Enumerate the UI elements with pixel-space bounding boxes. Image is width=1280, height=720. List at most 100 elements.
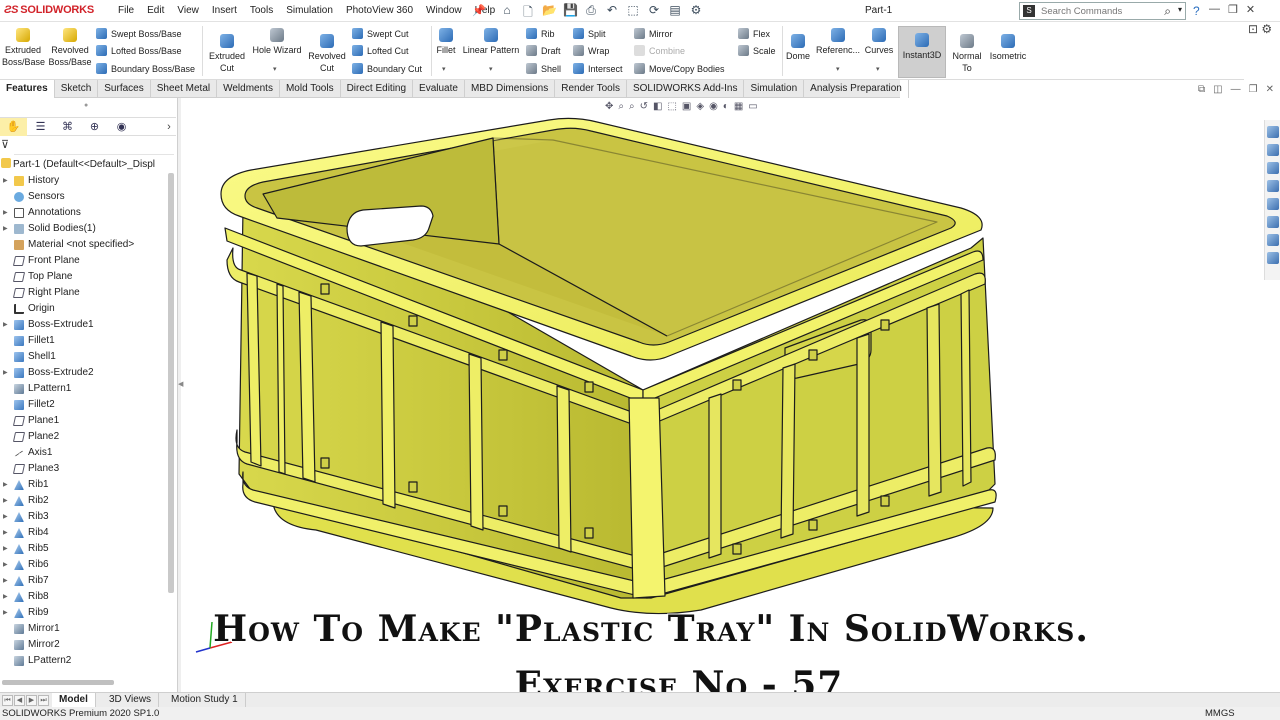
prev-tab-icon[interactable]: ◀ xyxy=(14,695,25,706)
tab-features[interactable]: Features xyxy=(0,80,55,98)
tree-item[interactable]: LPattern1 xyxy=(0,381,168,397)
tab-surfaces[interactable]: Surfaces xyxy=(98,80,151,98)
move-copy-bodies-button[interactable]: Move/Copy Bodies xyxy=(634,63,725,74)
tab-motion-study[interactable]: Motion Study 1 xyxy=(164,693,246,707)
tree-item[interactable]: Fillet1 xyxy=(0,333,168,349)
tree-item[interactable]: Fillet2 xyxy=(0,397,168,413)
tree-item[interactable]: ▶ Rib3 xyxy=(0,509,168,525)
draft-button[interactable]: Draft xyxy=(526,45,561,56)
undo-icon[interactable]: ↶ xyxy=(605,3,619,24)
tree-item[interactable]: Material <not specified> xyxy=(0,237,168,253)
open-icon[interactable]: 📂 xyxy=(542,3,557,24)
solidworks-resources-icon[interactable] xyxy=(1267,126,1279,138)
appearance-icon[interactable]: ◐ xyxy=(723,101,729,112)
tree-item[interactable]: Plane3 xyxy=(0,461,168,477)
tree-item[interactable]: ▶ Rib7 xyxy=(0,573,168,589)
expand-arrow-icon[interactable]: ▶ xyxy=(3,221,8,237)
first-tab-icon[interactable]: ⏮ xyxy=(2,695,13,706)
previous-view-icon[interactable]: ↺ xyxy=(640,101,648,112)
tree-item[interactable]: ▶ History xyxy=(0,173,168,189)
chevron-down-icon[interactable]: ▾ xyxy=(489,65,493,73)
tree-item[interactable]: ▶ Rib4 xyxy=(0,525,168,541)
feature-manager-tab-icon[interactable]: ✋ xyxy=(0,118,27,136)
expand-icon[interactable]: ⧉ xyxy=(1198,84,1205,95)
tree-item[interactable]: Plane2 xyxy=(0,429,168,445)
tab-weldments[interactable]: Weldments xyxy=(217,80,280,98)
swept-cut-button[interactable]: Swept Cut xyxy=(352,28,409,39)
expand-arrow-icon[interactable]: ▶ xyxy=(3,589,8,605)
expand-arrow-icon[interactable]: ▶ xyxy=(3,317,8,333)
next-tab-icon[interactable]: ▶ xyxy=(26,695,37,706)
minimize-icon[interactable]: — xyxy=(1231,84,1241,95)
revolved-boss-button[interactable]: Revolved Boss/Base xyxy=(48,28,92,68)
dimxpert-tab-icon[interactable]: ⊕ xyxy=(81,118,108,136)
dynamic-annotation-icon[interactable]: ⬚ xyxy=(667,101,676,112)
solidworks-logo[interactable]: ƧS SOLIDWORKS xyxy=(4,4,94,16)
tree-item[interactable]: ▶ Rib2 xyxy=(0,493,168,509)
menu-window[interactable]: Window xyxy=(426,5,462,16)
select-icon[interactable]: ⬚ xyxy=(626,3,640,24)
shell-button[interactable]: Shell xyxy=(526,63,561,74)
expand-arrow-icon[interactable]: ▶ xyxy=(3,493,8,509)
last-tab-icon[interactable]: ⏭ xyxy=(38,695,49,706)
help-icon[interactable]: ? xyxy=(1193,4,1200,18)
menu-edit[interactable]: Edit xyxy=(147,5,164,16)
search-commands[interactable]: S Search Commands ⌕ ▾ xyxy=(1019,2,1186,20)
new-document-icon[interactable]: 🗋 xyxy=(521,3,535,24)
hole-wizard-button[interactable]: Hole Wizard xyxy=(250,28,304,56)
tab-sketch[interactable]: Sketch xyxy=(55,80,99,98)
scale-button[interactable]: Scale xyxy=(738,45,776,56)
display-style-icon[interactable]: ◈ xyxy=(696,101,704,112)
graphics-area[interactable] xyxy=(181,98,1264,692)
tree-item[interactable]: ▶ Rib5 xyxy=(0,541,168,557)
view-orientation-icon[interactable]: ✥ xyxy=(605,101,613,112)
file-properties-icon[interactable]: ▤ xyxy=(668,3,682,24)
expand-arrow-icon[interactable]: ▶ xyxy=(3,541,8,557)
fillet-button[interactable]: Fillet xyxy=(434,28,458,56)
view-palette-icon[interactable] xyxy=(1267,180,1279,192)
panel-grip-icon[interactable]: ● xyxy=(84,102,88,109)
tab-render-tools[interactable]: Render Tools xyxy=(555,80,627,98)
tab-model[interactable]: Model xyxy=(52,693,96,707)
expand-arrow-icon[interactable]: ▶ xyxy=(3,525,8,541)
menu-view[interactable]: View xyxy=(177,5,199,16)
split-view-icon[interactable]: ◫ xyxy=(1213,84,1222,95)
menu-tools[interactable]: Tools xyxy=(250,5,273,16)
close-icon[interactable]: ✕ xyxy=(1266,84,1274,95)
tab-simulation[interactable]: Simulation xyxy=(744,80,805,98)
home-icon[interactable]: ⌂ xyxy=(500,3,514,24)
chevron-right-icon[interactable]: › xyxy=(162,118,176,136)
tree-item[interactable]: ▶ Solid Bodies(1) xyxy=(0,221,168,237)
rib-button[interactable]: Rib xyxy=(526,28,555,39)
curves-button[interactable]: Curves xyxy=(862,28,896,56)
property-manager-tab-icon[interactable]: ☰ xyxy=(27,118,54,136)
expand-arrow-icon[interactable]: ▶ xyxy=(3,365,8,381)
expand-arrow-icon[interactable]: ▶ xyxy=(3,173,8,189)
tree-item[interactable]: ▶ Rib1 xyxy=(0,477,168,493)
tree-item[interactable]: Shell1 xyxy=(0,349,168,365)
file-explorer-icon[interactable] xyxy=(1267,162,1279,174)
print-icon[interactable]: ⎙ xyxy=(584,3,598,24)
expand-arrow-icon[interactable]: ▶ xyxy=(3,509,8,525)
linear-pattern-button[interactable]: Linear Pattern xyxy=(460,28,522,56)
chevron-down-icon[interactable]: ▾ xyxy=(273,65,277,73)
boundary-boss-button[interactable]: Boundary Boss/Base xyxy=(96,63,195,74)
extruded-boss-button[interactable]: Extruded Boss/Base xyxy=(2,28,45,68)
tab-evaluate[interactable]: Evaluate xyxy=(413,80,465,98)
tree-item[interactable]: ▶ Rib8 xyxy=(0,589,168,605)
menu-simulation[interactable]: Simulation xyxy=(286,5,333,16)
chevron-down-icon[interactable]: ▾ xyxy=(442,65,446,73)
chevron-down-icon[interactable]: ▾ xyxy=(836,65,840,73)
menu-file[interactable]: File xyxy=(118,5,134,16)
view-orientation-dropdown-icon[interactable]: ▣ xyxy=(682,101,691,112)
revolved-cut-button[interactable]: Revolved Cut xyxy=(306,34,348,74)
menu-photoview[interactable]: PhotoView 360 xyxy=(346,5,413,16)
boundary-cut-button[interactable]: Boundary Cut xyxy=(352,63,422,74)
zoom-to-fit-icon[interactable]: ⌕ xyxy=(618,101,624,112)
status-unit-system[interactable]: MMGS xyxy=(1205,707,1235,720)
mirror-button[interactable]: Mirror xyxy=(634,28,673,39)
isometric-button[interactable]: Isometric xyxy=(986,34,1030,62)
minimize-icon[interactable]: — xyxy=(1209,3,1220,16)
search-input[interactable]: Search Commands xyxy=(1041,6,1122,17)
extruded-cut-button[interactable]: Extruded Cut xyxy=(206,34,248,74)
